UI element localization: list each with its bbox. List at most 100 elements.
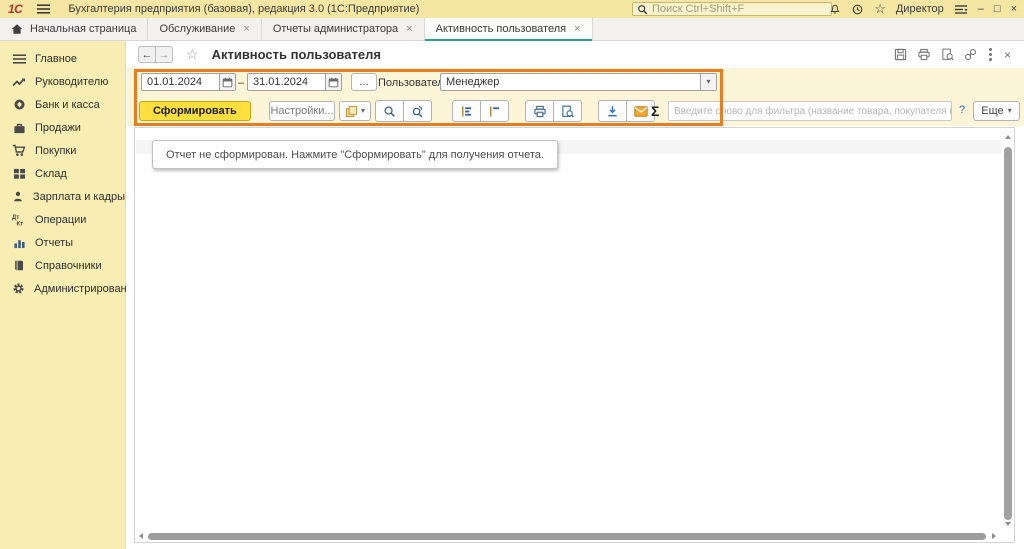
global-search-input[interactable]: Поиск Ctrl+Shift+F bbox=[632, 2, 832, 16]
download-icon[interactable] bbox=[598, 100, 627, 122]
window-title: Бухгалтерия предприятия (базовая), редак… bbox=[68, 3, 419, 15]
tab-close-icon[interactable]: × bbox=[243, 24, 249, 35]
link-icon[interactable] bbox=[964, 48, 977, 61]
generate-report-button[interactable]: Сформировать bbox=[139, 101, 251, 121]
more-actions-button[interactable]: Еще ▾ bbox=[973, 101, 1020, 121]
gear-icon bbox=[12, 282, 25, 296]
warehouse-grid-icon bbox=[12, 167, 26, 181]
save-icon[interactable] bbox=[894, 48, 907, 61]
scroll-down-icon[interactable] bbox=[1005, 522, 1011, 526]
briefcase-icon bbox=[12, 121, 26, 135]
titlebar-controls: ☆ Директор – □ × bbox=[829, 0, 1017, 18]
sidebar-item-label: Зарплата и кадры bbox=[33, 191, 125, 203]
minimize-button[interactable]: – bbox=[978, 4, 984, 15]
maximize-button[interactable]: □ bbox=[994, 4, 1001, 15]
more-options-icon[interactable] bbox=[989, 53, 992, 56]
tab-close-icon[interactable]: × bbox=[406, 24, 412, 35]
print-preview-icon[interactable] bbox=[553, 100, 582, 122]
sidebar-item-sales[interactable]: Продажи bbox=[0, 116, 125, 139]
collapse-groups-icon[interactable] bbox=[480, 100, 509, 122]
vertical-scroll-thumb[interactable] bbox=[1004, 147, 1012, 520]
print-icon[interactable] bbox=[917, 48, 931, 61]
horizontal-scrollbar[interactable] bbox=[136, 532, 1001, 541]
close-window-button[interactable]: × bbox=[1011, 4, 1017, 15]
debit-credit-icon: ДтКт bbox=[12, 213, 26, 227]
help-link[interactable]: ? bbox=[959, 104, 965, 116]
tab-home-page[interactable]: Начальная страница bbox=[0, 18, 148, 40]
report-window-controls: × bbox=[894, 48, 1011, 62]
sidebar-item-salary-hr[interactable]: Зарплата и кадры bbox=[0, 185, 125, 208]
tab-close-icon[interactable]: × bbox=[574, 24, 580, 35]
forward-button[interactable]: → bbox=[155, 46, 173, 63]
period-to-value: 31.01.2024 bbox=[248, 74, 325, 90]
title-bar: 1С Бухгалтерия предприятия (базовая), ре… bbox=[0, 0, 1024, 18]
main-menu-icon[interactable] bbox=[37, 4, 51, 14]
scroll-up-icon[interactable] bbox=[1005, 135, 1011, 139]
scroll-right-icon[interactable] bbox=[992, 533, 996, 539]
tab-service[interactable]: Обслуживание × bbox=[148, 18, 261, 40]
report-variants-button[interactable]: ▾ bbox=[339, 101, 371, 121]
tab-label: Активность пользователя bbox=[436, 23, 566, 35]
tab-label: Обслуживание bbox=[159, 23, 235, 35]
filter-input[interactable]: Введите слово для фильтра (название това… bbox=[668, 101, 952, 121]
user-combo-value: Менеджер bbox=[441, 74, 700, 90]
sidebar-item-directories[interactable]: Справочники bbox=[0, 254, 125, 277]
search-icon bbox=[637, 4, 648, 15]
vertical-scrollbar[interactable] bbox=[1003, 129, 1013, 530]
sidebar-item-label: Продажи bbox=[35, 122, 81, 134]
favorites-star-icon[interactable]: ☆ bbox=[874, 1, 886, 17]
sidebar-item-main[interactable]: Главное bbox=[0, 47, 125, 70]
calendar-icon[interactable] bbox=[219, 74, 235, 90]
horizontal-scroll-thumb[interactable] bbox=[148, 533, 986, 540]
book-icon bbox=[12, 259, 26, 273]
sidebar-item-warehouse[interactable]: Склад bbox=[0, 162, 125, 185]
close-report-icon[interactable]: × bbox=[1004, 48, 1011, 62]
scroll-left-icon[interactable] bbox=[139, 533, 143, 539]
section-sidebar: Главное Руководителю Банк и касса Продаж… bbox=[0, 41, 126, 549]
cancel-find-icon[interactable] bbox=[403, 100, 432, 122]
sidebar-item-label: Главное bbox=[35, 53, 77, 65]
tab-user-activity[interactable]: Активность пользователя × bbox=[425, 18, 593, 40]
report-parameters-row: 01.01.2024 – 31.01.2024 ... Пользователь… bbox=[127, 68, 1024, 97]
history-icon[interactable] bbox=[851, 3, 864, 16]
period-from-field[interactable]: 01.01.2024 bbox=[141, 73, 236, 91]
sidebar-item-operations[interactable]: ДтКт Операции bbox=[0, 208, 125, 231]
sum-icon[interactable]: Σ bbox=[651, 103, 659, 119]
sidebar-item-reports[interactable]: Отчеты bbox=[0, 231, 125, 254]
tab-bar: Начальная страница Обслуживание × Отчеты… bbox=[0, 18, 1024, 41]
combo-dropdown-icon[interactable]: ▾ bbox=[700, 74, 716, 90]
print-icon[interactable] bbox=[525, 100, 554, 122]
print-preview-icon[interactable] bbox=[941, 48, 954, 61]
back-button[interactable]: ← bbox=[138, 46, 156, 63]
calendar-icon[interactable] bbox=[325, 74, 341, 90]
find-icon[interactable] bbox=[375, 100, 404, 122]
sidebar-item-label: Администрирование bbox=[34, 283, 139, 295]
period-more-button[interactable]: ... bbox=[351, 73, 377, 91]
sidebar-item-label: Операции bbox=[35, 214, 86, 226]
expand-groups-icon[interactable] bbox=[452, 100, 481, 122]
period-to-field[interactable]: 31.01.2024 bbox=[247, 73, 342, 91]
content-area: ← → ☆ Активность пользователя × bbox=[127, 41, 1024, 549]
svg-text:Кт: Кт bbox=[17, 222, 24, 227]
application-window: 1С Бухгалтерия предприятия (базовая), ре… bbox=[0, 0, 1024, 549]
page-title: Активность пользователя bbox=[212, 47, 381, 62]
sidebar-item-manager[interactable]: Руководителю bbox=[0, 70, 125, 93]
functions-menu-icon[interactable] bbox=[954, 4, 968, 15]
settings-button[interactable]: Настройки... bbox=[269, 101, 335, 121]
bank-coin-icon bbox=[12, 98, 26, 112]
export-button-group bbox=[598, 100, 655, 122]
report-toolbar-row: Сформировать Настройки... ▾ bbox=[127, 97, 1024, 126]
report-result-panel: Отчет не сформирован. Нажмите "Сформиров… bbox=[134, 127, 1015, 543]
favorite-star-icon[interactable]: ☆ bbox=[186, 46, 199, 63]
trend-chart-icon bbox=[12, 75, 26, 89]
sidebar-item-administration[interactable]: Администрирование bbox=[0, 277, 125, 300]
current-user[interactable]: Директор bbox=[896, 3, 944, 15]
print-button-group bbox=[525, 100, 582, 122]
period-dash: – bbox=[238, 77, 244, 89]
sidebar-item-bank-cash[interactable]: Банк и касса bbox=[0, 93, 125, 116]
tab-admin-reports[interactable]: Отчеты администратора × bbox=[262, 18, 425, 40]
user-combo-field[interactable]: Менеджер ▾ bbox=[440, 73, 717, 91]
sidebar-item-purchases[interactable]: Покупки bbox=[0, 139, 125, 162]
bell-icon[interactable] bbox=[829, 3, 841, 16]
menu-lines-icon bbox=[12, 52, 26, 66]
